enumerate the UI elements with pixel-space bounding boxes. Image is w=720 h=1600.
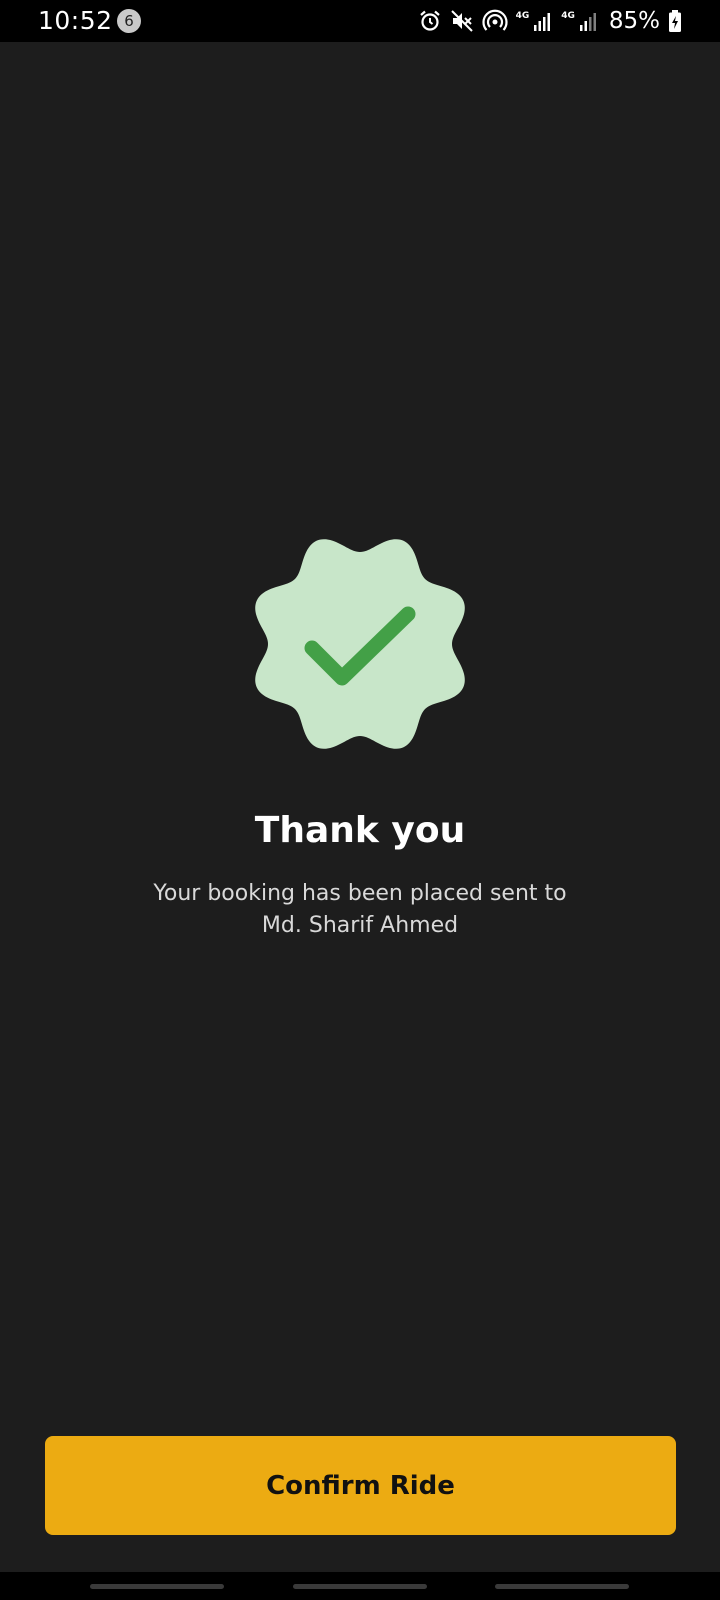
page-title: Thank you bbox=[254, 810, 466, 851]
battery-percentage: 85% bbox=[608, 8, 660, 34]
signal-icon bbox=[579, 13, 596, 31]
confirm-ride-button[interactable]: Confirm Ride bbox=[45, 1436, 676, 1535]
mute-icon bbox=[450, 10, 473, 32]
network-type-2: 4G bbox=[561, 10, 575, 21]
status-bar: 10:52 6 4G 4G 85% bbox=[0, 0, 720, 42]
message-line-2: Md. Sharif Ahmed bbox=[261, 913, 459, 938]
network-type-1: 4G bbox=[515, 10, 530, 21]
nav-recents-handle[interactable] bbox=[90, 1584, 224, 1589]
hotspot-icon bbox=[481, 9, 508, 31]
alarm-icon bbox=[419, 10, 440, 31]
message-line-1: Your booking has been placed sent to bbox=[153, 881, 567, 906]
success-badge-icon bbox=[255, 539, 465, 749]
confirmation-message: Your booking has been placed sent to Md.… bbox=[120, 878, 600, 942]
navigation-bar bbox=[0, 1572, 720, 1600]
nav-back-handle[interactable] bbox=[495, 1584, 629, 1589]
status-time: 10:52 bbox=[38, 6, 113, 35]
signal-icon bbox=[534, 13, 551, 31]
booking-confirmation-screen: 10:52 6 4G 4G 85% Thank you Your booking… bbox=[0, 0, 720, 1600]
status-icons: 4G 4G 85% bbox=[418, 6, 682, 36]
battery-charging-icon bbox=[669, 10, 681, 32]
nav-home-handle[interactable] bbox=[293, 1584, 427, 1589]
badge-shape bbox=[255, 539, 465, 749]
notification-count-badge: 6 bbox=[117, 9, 141, 33]
